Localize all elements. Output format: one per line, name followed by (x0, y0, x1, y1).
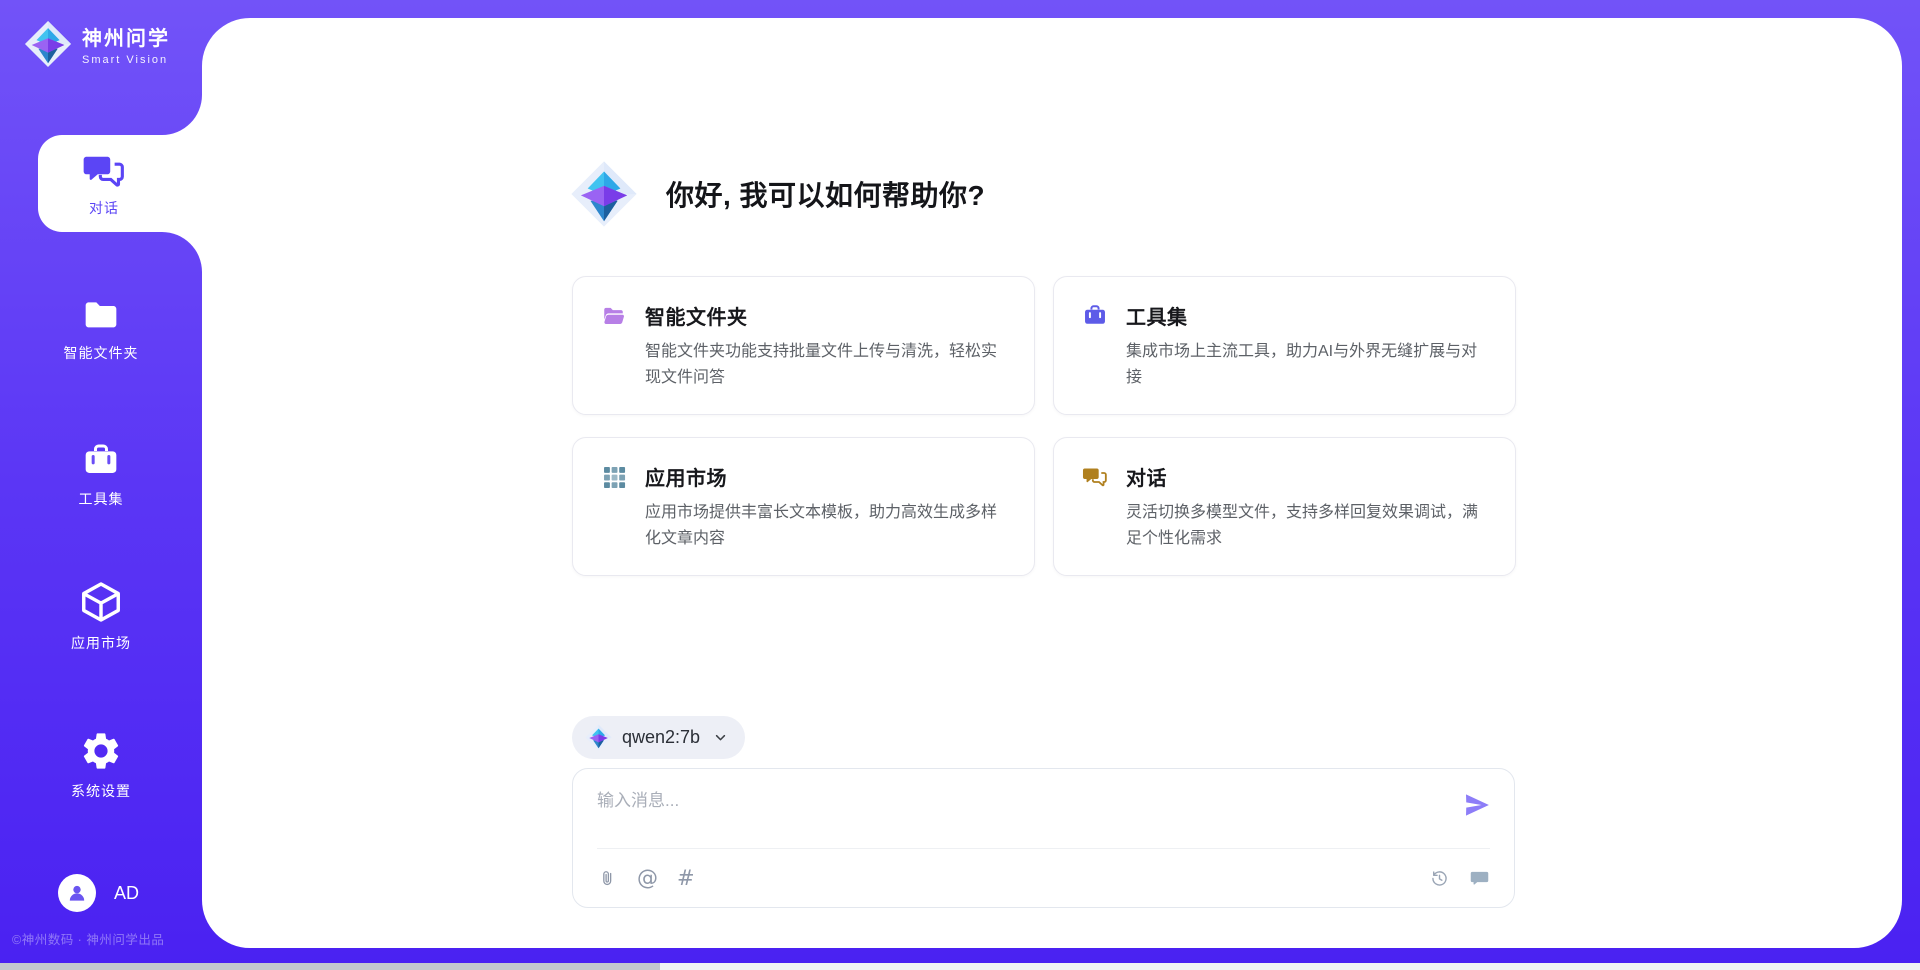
folder-open-icon (601, 303, 627, 329)
card-head: 对话 (1082, 462, 1487, 491)
sidebar-item-label: 工具集 (79, 489, 124, 509)
user-name: AD (114, 883, 139, 904)
send-icon (1462, 790, 1492, 820)
brand-text: 神州问学 Smart Vision (82, 22, 170, 66)
greeting-block: 你好, 我可以如何帮助你? (570, 160, 985, 228)
model-selector-label: qwen2:7b (622, 727, 700, 748)
chat-bubble-icon[interactable] (1469, 868, 1490, 889)
card-chat[interactable]: 对话 灵活切换多模型文件，支持多样回复效果调试，满足个性化需求 (1053, 437, 1516, 576)
paperclip-icon[interactable] (597, 868, 618, 889)
user-profile[interactable]: AD (58, 874, 139, 912)
card-head: 智能文件夹 (601, 301, 1006, 330)
avatar (58, 874, 96, 912)
card-title: 智能文件夹 (645, 301, 748, 330)
app-root: 你好, 我可以如何帮助你? 智能文件夹 智能文件夹功能支持批量文件上传与清洗，轻… (0, 0, 1920, 970)
sidebar-item-toolset[interactable]: 工具集 (0, 441, 202, 509)
sidebar-item-label: 应用市场 (71, 633, 131, 653)
send-button[interactable] (1462, 790, 1492, 820)
grid-icon (601, 464, 627, 490)
hash-icon[interactable]: # (677, 868, 695, 889)
model-selector[interactable]: qwen2:7b (572, 716, 745, 759)
horizontal-scrollbar[interactable] (0, 963, 1920, 970)
user-avatar-icon (65, 881, 89, 905)
horizontal-scrollbar-thumb[interactable] (0, 963, 660, 970)
chat-bubbles-icon (1082, 464, 1108, 490)
sidebar-item-settings[interactable]: 系统设置 (0, 729, 202, 801)
card-smart-folder[interactable]: 智能文件夹 智能文件夹功能支持批量文件上传与清洗，轻松实现文件问答 (572, 276, 1035, 415)
brand-name-en: Smart Vision (82, 54, 170, 66)
card-description: 灵活切换多模型文件，支持多样回复效果调试，满足个性化需求 (1126, 500, 1487, 551)
card-toolset[interactable]: 工具集 集成市场上主流工具，助力AI与外界无缝扩展与对接 (1053, 276, 1516, 415)
gem-logo-icon (585, 724, 612, 751)
history-icon[interactable] (1429, 868, 1450, 889)
card-description: 应用市场提供丰富长文本模板，助力高效生成多样化文章内容 (645, 500, 1006, 551)
greeting-title: 你好, 我可以如何帮助你? (666, 174, 985, 214)
main-panel: 你好, 我可以如何帮助你? 智能文件夹 智能文件夹功能支持批量文件上传与清洗，轻… (202, 18, 1902, 948)
gear-icon (79, 729, 123, 773)
brand-name-cn: 神州问学 (82, 22, 170, 51)
sidebar-item-label: 系统设置 (71, 781, 131, 801)
copyright-text: ©神州数码 · 神州问学出品 (12, 929, 202, 948)
sidebar-item-app-market[interactable]: 应用市场 (0, 579, 202, 653)
card-description: 集成市场上主流工具，助力AI与外界无缝扩展与对接 (1126, 339, 1487, 390)
toolbox-icon (81, 441, 121, 481)
tab-scoop-bottom (162, 232, 202, 272)
at-icon[interactable]: @ (637, 868, 658, 889)
card-title: 应用市场 (645, 462, 727, 491)
card-description: 智能文件夹功能支持批量文件上传与清洗，轻松实现文件问答 (645, 339, 1006, 390)
card-app-market[interactable]: 应用市场 应用市场提供丰富长文本模板，助力高效生成多样化文章内容 (572, 437, 1035, 576)
sidebar-item-label: 对话 (89, 198, 119, 218)
gem-logo-icon (570, 160, 638, 228)
tab-scoop-top (162, 95, 202, 135)
chat-bubbles-icon (82, 149, 126, 193)
feature-cards: 智能文件夹 智能文件夹功能支持批量文件上传与清洗，轻松实现文件问答 工具集 集成… (572, 276, 1516, 576)
cube-icon (78, 579, 124, 625)
chevron-down-icon (712, 729, 729, 746)
card-title: 工具集 (1126, 301, 1188, 330)
folder-icon (81, 295, 121, 335)
sidebar-item-smart-folder[interactable]: 智能文件夹 (0, 295, 202, 363)
brand-logo: 神州问学 Smart Vision (24, 20, 170, 68)
sidebar: 神州问学 Smart Vision 对话 智能文件夹 工具集 应用市场 系统设置 (0, 0, 202, 970)
card-head: 工具集 (1082, 301, 1487, 330)
composer-toolbar: @ # (597, 849, 1490, 907)
card-head: 应用市场 (601, 462, 1006, 491)
card-title: 对话 (1126, 462, 1167, 491)
toolbox-icon (1082, 303, 1108, 329)
sidebar-item-chat[interactable]: 对话 (38, 135, 208, 232)
sidebar-item-label: 智能文件夹 (64, 343, 139, 363)
message-composer: @ # (572, 768, 1515, 908)
message-input[interactable] (597, 786, 1443, 842)
gem-logo-icon (24, 20, 72, 68)
